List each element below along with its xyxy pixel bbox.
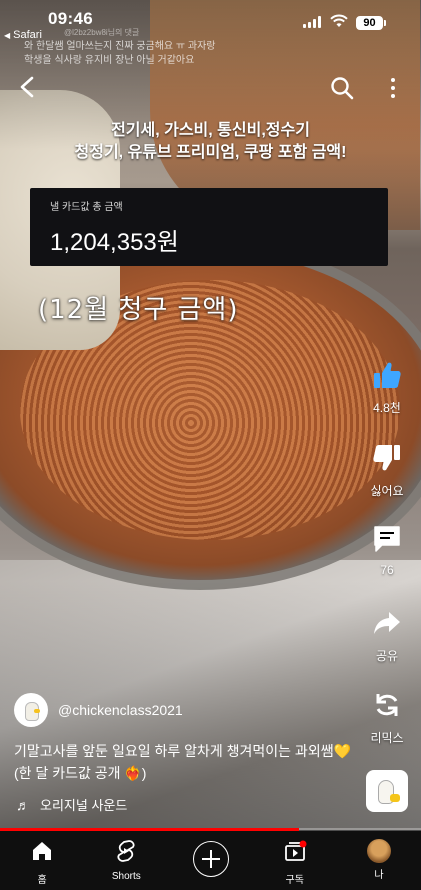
channel-handle[interactable]: @chickenclass2021 (58, 702, 183, 718)
thumbs-down-icon (373, 445, 400, 471)
nav-subscriptions[interactable]: 구독 (253, 831, 337, 890)
share-arrow-icon (374, 612, 400, 634)
cellular-signal-icon (303, 16, 321, 28)
back-arrow-icon: ◀ (4, 30, 11, 40)
comment-count: 76 (380, 563, 394, 577)
wifi-icon (330, 14, 348, 27)
card-total-amount: 1,204,353원 (50, 229, 179, 256)
card-total-box: 낼 카드값 총 금액 1,204,353원 (30, 188, 388, 266)
more-options-icon[interactable] (390, 78, 396, 98)
share-label: 공유 (375, 649, 399, 663)
music-note-icon: ♬ (16, 796, 30, 813)
create-plus-icon (192, 841, 229, 877)
handwritten-note: (12월 청구 금액) (38, 295, 239, 325)
comment-preview: @l2bz2bw8i님의 댓글 와 한달쌤 얼마쓰는지 진짜 궁금해요 ㅠ 과자… (24, 26, 224, 68)
sound-thumbnail[interactable] (366, 770, 408, 812)
remix-label: 리믹스 (370, 731, 404, 745)
nav-me-label: 나 (374, 870, 384, 881)
channel-row[interactable]: @chickenclass2021 (14, 693, 183, 727)
sound-row[interactable]: ♬ 오리지널 사운드 (16, 795, 127, 814)
comments-button[interactable]: 76 (358, 524, 416, 577)
nav-me[interactable]: 나 (337, 831, 421, 890)
caption-line-1: 전기세, 가스비, 통신비,정수기 (111, 122, 310, 139)
caption-line-2: 청정기, 유튜브 프리미엄, 쿠팡 포함 금액! (74, 144, 347, 161)
thumbs-up-icon (374, 362, 401, 388)
remix-button[interactable]: 리믹스 (358, 690, 416, 746)
like-button[interactable]: 4.8천 (358, 360, 416, 416)
nav-create[interactable] (168, 831, 252, 890)
nav-shorts[interactable]: Shorts (84, 831, 168, 890)
comment-user: @l2bz2bw8i님의 댓글 (64, 28, 140, 37)
nav-shorts-label: Shorts (111, 871, 141, 882)
card-total-label: 낼 카드값 총 금액 (50, 202, 123, 213)
nav-subscriptions-label: 구독 (285, 875, 304, 886)
bottom-nav: 홈 Shorts 구독 나 (0, 831, 421, 890)
back-icon[interactable] (18, 76, 36, 98)
subscriptions-icon (284, 840, 307, 861)
comment-icon (374, 526, 400, 552)
dislike-label: 싫어요 (370, 484, 404, 498)
like-count: 4.8천 (373, 401, 401, 415)
search-icon[interactable] (330, 76, 354, 100)
remix-icon (376, 694, 398, 716)
home-icon (33, 842, 52, 860)
battery-indicator: 90 (356, 16, 386, 30)
nav-home[interactable]: 홈 (0, 831, 84, 890)
comment-text: 와 한달쌤 얼마쓰는지 진짜 궁금해요 ㅠ 과자랑 학생을 식사랑 유지비 장난… (24, 41, 216, 66)
channel-avatar[interactable] (14, 693, 48, 727)
profile-avatar (366, 839, 391, 863)
sound-name: 오리지널 사운드 (40, 798, 128, 813)
nav-home-label: 홈 (37, 875, 47, 886)
shorts-icon (117, 840, 135, 862)
share-button[interactable]: 공유 (358, 608, 416, 664)
dislike-button[interactable]: 싫어요 (358, 443, 416, 499)
video-title[interactable]: 기말고사를 앞둔 일요일 하루 알차게 챙겨먹이는 과외쌤💛 (한 달 카드값 … (14, 740, 354, 784)
